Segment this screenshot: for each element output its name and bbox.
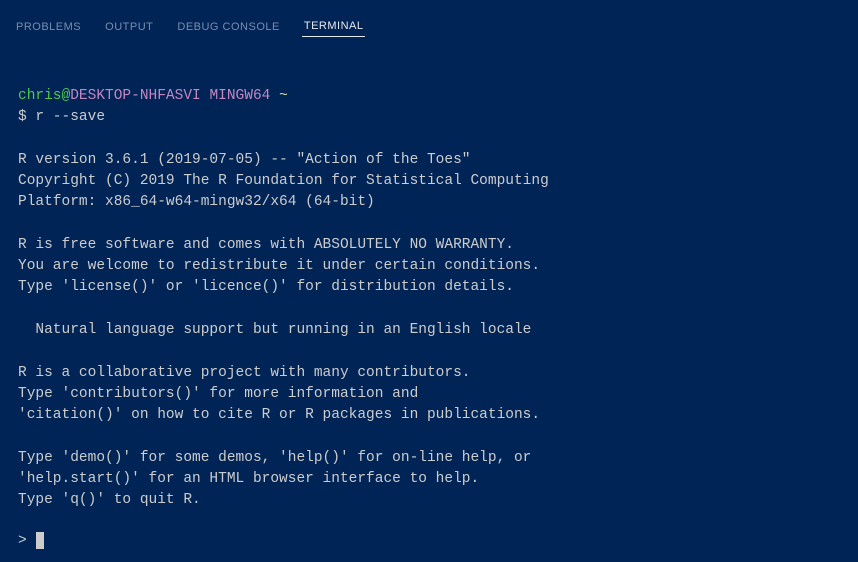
r-startup-contributors: R is a collaborative project with many c… [18,363,840,426]
blank-line [18,426,840,446]
prompt-user: chris [18,88,62,104]
r-prompt-line[interactable]: > [18,531,840,552]
shell-command-line: $ r --save [18,107,840,128]
r-startup-help: Type 'demo()' for some demos, 'help()' f… [18,448,840,511]
blank-line [18,66,840,86]
tab-output[interactable]: OUTPUT [103,17,155,37]
r-startup-warranty: R is free software and comes with ABSOLU… [18,235,840,298]
prompt-path: ~ [270,88,287,104]
r-prompt-symbol: > [18,533,35,549]
panel-tabs: PROBLEMS OUTPUT DEBUG CONSOLE TERMINAL [0,8,858,48]
r-startup-version: R version 3.6.1 (2019-07-05) -- "Action … [18,150,840,213]
blank-line [18,341,840,361]
prompt-at: @ [62,88,71,104]
blank-line [18,298,840,318]
tab-debug-console[interactable]: DEBUG CONSOLE [175,17,281,37]
blank-line [18,128,840,148]
typed-command: r --save [35,109,105,125]
prompt-symbol: $ [18,109,35,125]
r-startup-locale: Natural language support but running in … [18,320,840,341]
terminal-cursor [36,532,44,549]
terminal-content[interactable]: chris@DESKTOP-NHFASVI MINGW64 ~ $ r --sa… [0,48,858,562]
prompt-host: DESKTOP-NHFASVI [70,88,201,104]
shell-prompt-line: chris@DESKTOP-NHFASVI MINGW64 ~ [18,86,840,107]
prompt-shell: MINGW64 [201,88,271,104]
tab-terminal[interactable]: TERMINAL [302,16,366,37]
blank-line [18,511,840,531]
editor-top-strip [0,0,858,8]
tab-problems[interactable]: PROBLEMS [14,17,83,37]
blank-line [18,213,840,233]
